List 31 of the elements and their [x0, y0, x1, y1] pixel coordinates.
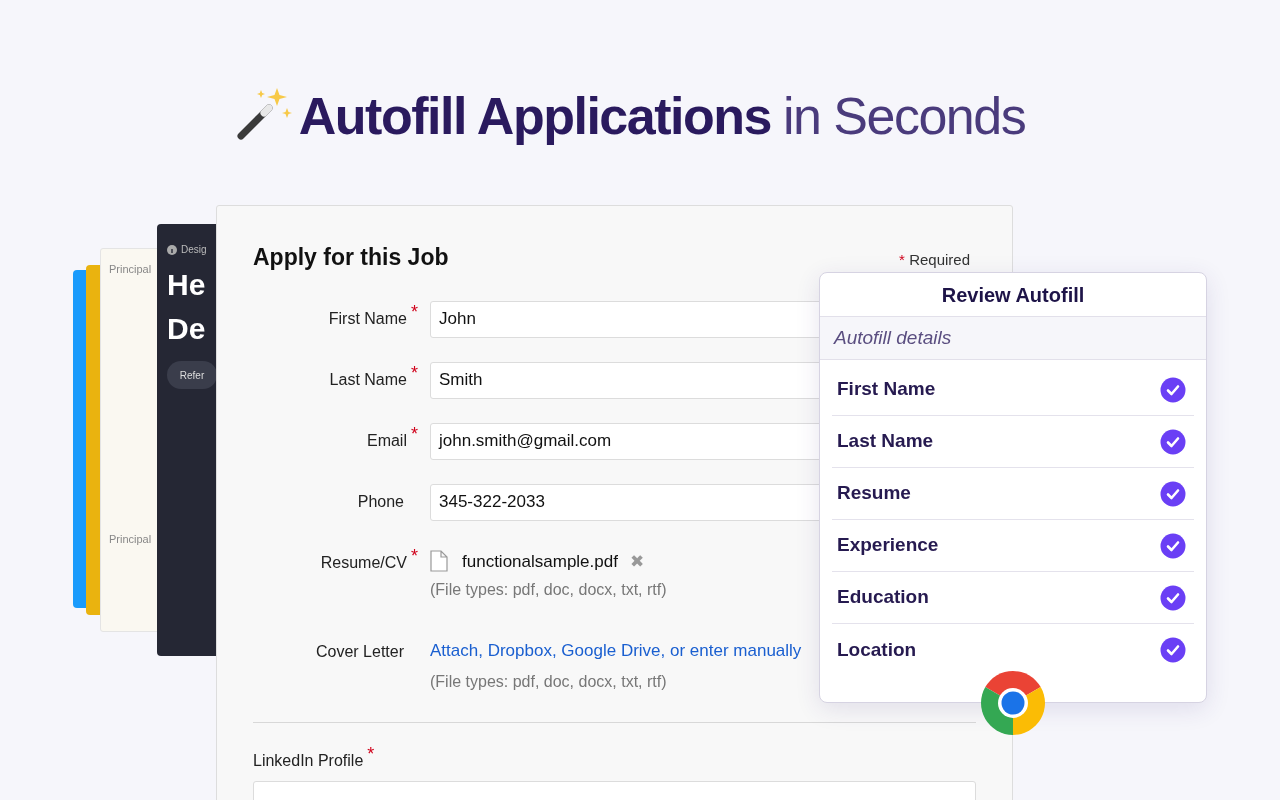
required-note: * Required: [899, 250, 970, 270]
required-asterisk: *: [367, 744, 375, 763]
job-title-fragment: De: [167, 311, 207, 347]
file-types-hint: (File types: pdf, doc, docx, txt, rtf): [430, 580, 667, 600]
required-asterisk: *: [411, 546, 418, 565]
field-label: Email: [366, 430, 407, 451]
autofill-item-label: Experience: [837, 533, 939, 558]
autofill-item-label: Education: [837, 585, 929, 610]
required-asterisk: *: [411, 424, 418, 443]
field-label: First Name: [328, 308, 407, 329]
field-label: LinkedIn Profile: [253, 750, 364, 771]
field-label: Phone: [357, 491, 404, 512]
autofill-item-label: Location: [837, 637, 917, 662]
field-label: Cover Letter: [315, 642, 404, 662]
panel-title: Review Autofill: [941, 282, 1085, 308]
required-asterisk: *: [411, 363, 418, 382]
autofill-item-label: Resume: [837, 481, 911, 506]
headline-text: in Seconds: [782, 90, 1026, 142]
field-label: Resume/CV: [320, 552, 407, 573]
file-name: functionalsample.pdf: [462, 550, 618, 573]
job-title-fragment: He: [167, 267, 207, 303]
listing-title: Principal: [109, 262, 153, 277]
field-label: Last Name: [329, 369, 407, 390]
file-types-hint: (File types: pdf, doc, docx, txt, rtf): [430, 671, 668, 692]
autofill-item-label: First Name: [837, 377, 936, 402]
listing-title: Principal: [109, 532, 153, 547]
job-tag: Desig: [181, 242, 207, 257]
section-header: Autofill details: [820, 317, 1206, 360]
autofill-item-label: Last Name: [837, 429, 934, 454]
required-asterisk: *: [411, 302, 418, 321]
form-title: Apply for this Job: [253, 243, 449, 272]
